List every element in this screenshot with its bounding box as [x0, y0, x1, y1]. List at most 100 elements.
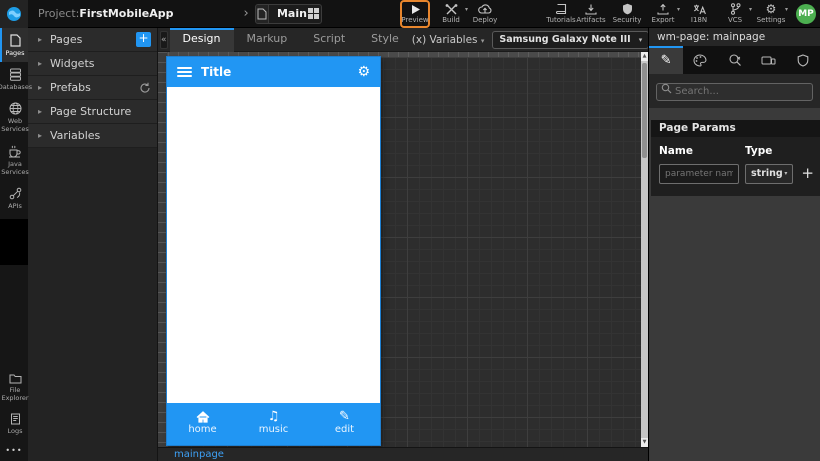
tutorials-button[interactable]: Tutorials	[546, 0, 576, 28]
deploy-button[interactable]: Deploy	[470, 0, 500, 28]
section-label: Variables	[50, 129, 101, 142]
scroll-down-icon[interactable]: ▼	[641, 438, 648, 447]
home-icon	[196, 410, 209, 423]
build-label: Build	[442, 15, 460, 24]
vertical-ruler	[158, 52, 167, 447]
add-page-button[interactable]: +	[136, 32, 151, 47]
device-selector[interactable]: Samsung Galaxy Note III ▾	[492, 30, 650, 49]
project-name: FirstMobileApp	[79, 7, 174, 20]
hamburger-menu-icon[interactable]	[177, 67, 192, 77]
i18n-translate-icon	[693, 4, 706, 14]
rail-item-java-services[interactable]: Java Services	[0, 139, 29, 181]
project-breadcrumb[interactable]: Project:FirstMobileApp	[38, 7, 174, 20]
param-type-select[interactable]: string ▾	[745, 163, 794, 184]
params-input-row: string ▾ +	[659, 163, 814, 184]
magnifier-x-icon	[728, 54, 741, 66]
param-name-input[interactable]	[659, 163, 739, 184]
chevron-down-icon: ▾	[784, 170, 788, 177]
refresh-icon[interactable]	[139, 82, 151, 94]
nav-label: edit	[334, 424, 355, 435]
scrollbar-thumb[interactable]	[642, 63, 647, 158]
rail-item-logs[interactable]: Logs	[0, 407, 28, 440]
settings-button[interactable]: ⚙ ▾ Settings	[756, 0, 788, 28]
phone-settings-gear-icon[interactable]: ⚙	[357, 64, 370, 80]
tutorials-label: Tutorials	[546, 16, 576, 24]
wavemaker-logo[interactable]	[0, 0, 28, 28]
rail-label: File Explorer	[1, 385, 29, 402]
preview-button[interactable]: Preview	[400, 0, 430, 28]
chevron-down-icon: ▾	[480, 36, 485, 45]
rail-item-databases[interactable]: Databases	[0, 62, 32, 96]
variables-dropdown[interactable]: (x) Variables ▾	[412, 34, 485, 46]
vcs-button[interactable]: ▾ VCS	[720, 0, 752, 28]
scroll-up-icon[interactable]: ▲	[641, 52, 648, 61]
tab-events[interactable]	[717, 46, 751, 74]
phone-page-content[interactable]	[167, 87, 380, 403]
phone-header-widget[interactable]: Title ⚙	[167, 57, 380, 87]
breadcrumb-chevron-icon: ›	[243, 6, 249, 21]
explorer-panel: ▸ Pages + ▸ Widgets ▸ Prefabs ▸ Page Str…	[28, 28, 157, 461]
nav-item-music[interactable]: ♫ music	[238, 403, 309, 442]
edit-pencil-icon: ✎	[339, 409, 350, 424]
rail-label: Web Services	[1, 117, 29, 134]
i18n-button[interactable]: I18N	[684, 0, 714, 28]
inspector-panel: wm-page: mainpage ✎ Search... Page Param…	[648, 28, 820, 461]
collapse-left-button[interactable]: «	[160, 30, 168, 49]
logs-icon	[10, 413, 20, 425]
page-params-section-header[interactable]: Page Params	[651, 119, 820, 137]
page-selector-value: Main	[276, 7, 307, 20]
export-label: Export	[651, 15, 675, 24]
tab-style[interactable]: Style	[358, 28, 412, 52]
tab-script[interactable]: Script	[300, 28, 358, 52]
export-button[interactable]: ▾ Export	[648, 0, 680, 28]
security-button[interactable]: Security	[612, 0, 642, 28]
explorer-section-page-structure[interactable]: ▸ Page Structure	[28, 100, 157, 124]
col-header-type: Type	[745, 144, 773, 157]
pencil-icon: ✎	[660, 52, 672, 68]
user-avatar[interactable]: MP	[796, 3, 816, 24]
explorer-section-variables[interactable]: ▸ Variables	[28, 124, 157, 148]
rail-more-button[interactable]: •••	[0, 440, 28, 461]
page-tab-mainpage[interactable]: mainpage	[158, 449, 224, 460]
settings-caret-icon: ▾	[784, 5, 788, 13]
caret-right-icon: ▸	[38, 83, 43, 92]
nav-item-edit[interactable]: ✎ edit	[309, 403, 380, 442]
pages-icon	[10, 34, 21, 47]
section-label: Widgets	[50, 57, 95, 70]
center-workspace: « Design Markup Script Style (x) Variabl…	[157, 27, 742, 461]
explorer-section-pages[interactable]: ▸ Pages +	[28, 28, 157, 52]
inspector-empty-area	[649, 195, 820, 461]
caret-right-icon: ▸	[38, 131, 43, 140]
section-label: Prefabs	[50, 81, 91, 94]
phone-preview[interactable]: Title ⚙ home ♫ music ✎ edit	[167, 57, 380, 445]
build-button[interactable]: ▾ Build	[436, 0, 468, 28]
artifacts-button[interactable]: Artifacts	[576, 0, 606, 28]
music-icon: ♫	[267, 409, 280, 424]
explorer-section-prefabs[interactable]: ▸ Prefabs	[28, 76, 157, 100]
phone-bottom-nav: home ♫ music ✎ edit	[167, 403, 380, 445]
device-selector-value: Samsung Galaxy Note III	[499, 34, 631, 45]
tab-styles[interactable]	[683, 46, 717, 74]
security-label: Security	[612, 16, 642, 24]
page-grid-icon[interactable]	[307, 8, 321, 19]
search-input[interactable]	[656, 82, 813, 101]
tutorials-book-icon	[555, 3, 566, 15]
preview-label: Preview	[401, 15, 429, 24]
rail-item-apis[interactable]: APIs	[0, 181, 28, 215]
design-canvas[interactable]: Title ⚙ home ♫ music ✎ edit ▲ ▼	[158, 52, 648, 447]
file-explorer-folder-icon	[9, 374, 21, 384]
rail-item-web-services[interactable]: Web Services	[0, 96, 29, 138]
tab-properties[interactable]: ✎	[649, 46, 684, 74]
tab-design[interactable]: Design	[169, 27, 234, 52]
tab-device[interactable]	[752, 46, 786, 74]
rail-item-pages[interactable]: Pages	[0, 28, 28, 63]
nav-item-home[interactable]: home	[167, 403, 238, 442]
canvas-scrollbar[interactable]: ▲ ▼	[641, 52, 648, 447]
add-param-button[interactable]: +	[801, 166, 814, 181]
shield-outline-icon	[797, 53, 809, 67]
tab-security[interactable]	[786, 46, 820, 74]
tab-markup[interactable]: Markup	[234, 28, 301, 52]
explorer-section-widgets[interactable]: ▸ Widgets	[28, 52, 157, 76]
rail-item-file-explorer[interactable]: File Explorer	[0, 367, 29, 407]
page-selector[interactable]: Main	[254, 3, 322, 24]
